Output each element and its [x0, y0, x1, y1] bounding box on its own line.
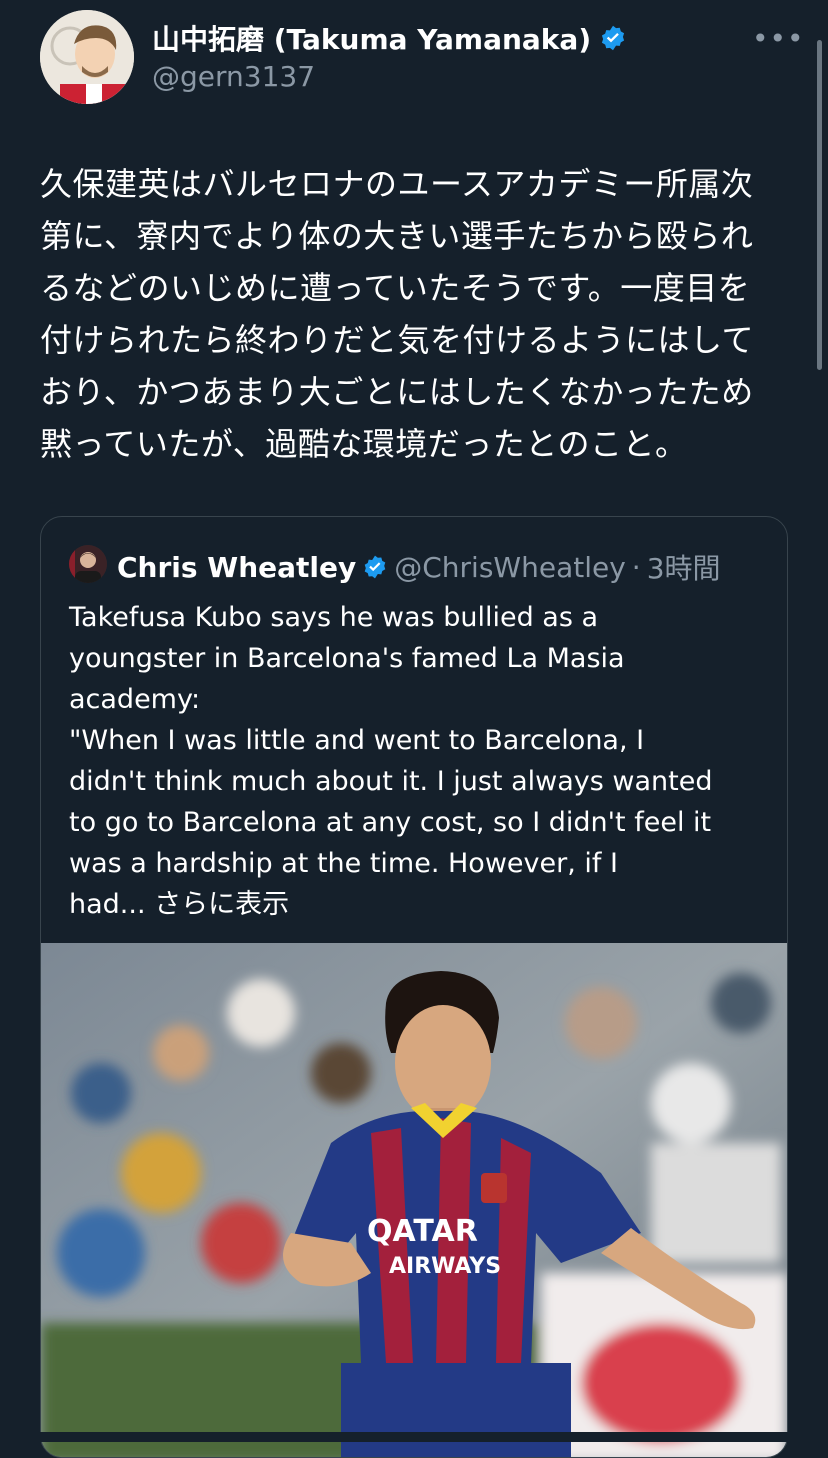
- bottom-bar: [0, 1432, 828, 1442]
- quoted-line-last: had... さらに表示: [69, 884, 769, 925]
- truncated-text: had...: [69, 889, 146, 920]
- more-options-icon[interactable]: •••: [752, 22, 805, 55]
- scrollbar[interactable]: [817, 40, 822, 370]
- tweet-line: 久保建英はバルセロナのユースアカデミー所属次: [40, 165, 754, 203]
- quoted-timestamp[interactable]: 3時間: [647, 547, 721, 587]
- tweet-line: 黙っていたが、過酷な環境だったとのこと。: [40, 425, 688, 463]
- tweet-line: 第に、寮内でより体の大きい選手たちから殴られ: [40, 217, 754, 255]
- quoted-author-name[interactable]: Chris Wheatley: [117, 551, 356, 584]
- sponsor-bottom-text: AIRWAYS: [389, 1254, 501, 1279]
- tweet-text: 久保建英はバルセロナのユースアカデミー所属次 第に、寮内でより体の大きい選手たち…: [40, 158, 790, 470]
- quoted-tweet-photo[interactable]: QATAR AIRWAYS: [41, 943, 787, 1458]
- quoted-tweet-header: Chris Wheatley @ChrisWheatley · 3時間: [117, 547, 721, 587]
- quoted-line: "When I was little and went to Barcelona…: [69, 725, 645, 756]
- author-handle[interactable]: @gern3137: [152, 60, 315, 93]
- quoted-line: to go to Barcelona at any cost, so I did…: [69, 807, 712, 838]
- avatar-illustration: [40, 10, 134, 104]
- author-avatar[interactable]: [40, 10, 134, 104]
- club-crest-icon: [481, 1173, 507, 1203]
- quoted-line: academy:: [69, 684, 201, 715]
- quoted-line: didn't think much about it. I just alway…: [69, 766, 713, 797]
- quoted-author-avatar[interactable]: [69, 545, 107, 583]
- quoted-avatar-illustration: [69, 545, 107, 583]
- quoted-tweet-card[interactable]: Chris Wheatley @ChrisWheatley · 3時間 Take…: [40, 516, 788, 1458]
- author-name-text: 山中拓磨 (Takuma Yamanaka): [152, 23, 592, 56]
- header-separator: ·: [631, 550, 641, 584]
- tweet-line: 付けられたら終わりだと気を付けるようにはして: [40, 321, 755, 359]
- sponsor-top-text: QATAR: [367, 1214, 478, 1249]
- author-display-name[interactable]: 山中拓磨 (Takuma Yamanaka): [152, 18, 627, 58]
- verified-badge-icon: [364, 555, 386, 579]
- quoted-line: youngster in Barcelona's famed La Masia: [69, 643, 625, 674]
- verified-badge-icon: [602, 25, 625, 51]
- quoted-tweet-text: Takefusa Kubo says he was bullied as a y…: [69, 597, 769, 925]
- quoted-author-handle[interactable]: @ChrisWheatley: [394, 551, 626, 584]
- tweet-line: おり、かつあまり大ごとにはしたくなかったため: [40, 373, 754, 411]
- quoted-line: Takefusa Kubo says he was bullied as a: [69, 602, 599, 633]
- show-more-link[interactable]: さらに表示: [154, 889, 289, 920]
- tweet-line: るなどのいじめに遭っていたそうです。一度目を: [40, 269, 751, 307]
- quoted-line: was a hardship at the time. However, if …: [69, 848, 618, 879]
